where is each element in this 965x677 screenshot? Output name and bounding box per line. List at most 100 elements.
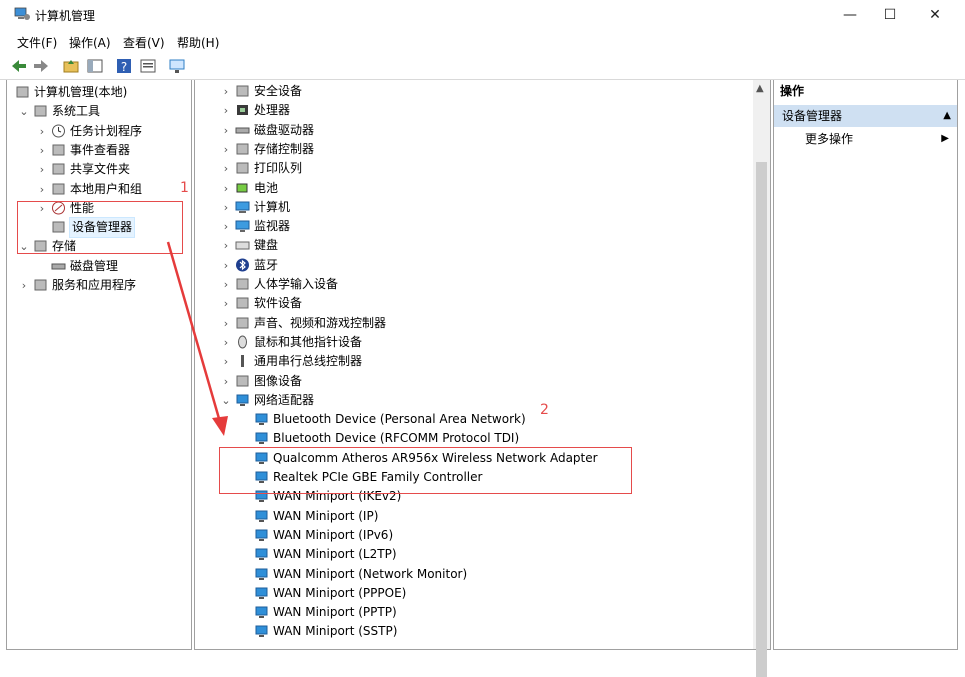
- properties-icon[interactable]: [139, 57, 157, 75]
- device-item-label: WAN Miniport (SSTP): [273, 624, 398, 639]
- computer-management-icon: [14, 7, 30, 20]
- tree-item[interactable]: › 共享文件夹: [7, 160, 191, 179]
- maximize-button[interactable]: ☐: [867, 0, 913, 30]
- menu-view[interactable]: 查看(V): [123, 34, 165, 51]
- expand-chevron-icon[interactable]: ›: [19, 276, 29, 295]
- device-tree-item[interactable]: › 监视器: [195, 217, 750, 236]
- device-item-label: 打印队列: [254, 161, 303, 176]
- menu-help[interactable]: 帮助(H): [177, 34, 219, 51]
- annotation-arrow: [166, 241, 228, 436]
- actions-header: 操作: [780, 84, 805, 98]
- network-adapter-icon: [254, 509, 269, 523]
- device-tree-item[interactable]: › 处理器: [195, 101, 750, 120]
- device-tree-item[interactable]: WAN Miniport (Network Monitor): [195, 565, 750, 584]
- expand-chevron-icon[interactable]: ›: [221, 140, 231, 159]
- device-tree-item[interactable]: ⌄ 网络适配器: [195, 391, 750, 410]
- device-tree-item[interactable]: › 人体学输入设备: [195, 275, 750, 294]
- collapse-up-icon[interactable]: ▲: [943, 105, 951, 127]
- annotation-number-2: 2: [540, 402, 549, 418]
- device-item-label: 声音、视频和游戏控制器: [254, 315, 387, 330]
- tree-item-label: 共享文件夹: [70, 162, 131, 177]
- network-adapter-icon: [254, 624, 269, 638]
- device-item-label: 计算机: [254, 199, 291, 214]
- help-icon[interactable]: ?: [115, 57, 133, 75]
- show-hide-tree-icon[interactable]: [86, 57, 104, 75]
- actions-selected-item[interactable]: 设备管理器 ▲: [774, 105, 957, 127]
- tree-item[interactable]: › 事件查看器: [7, 141, 191, 160]
- disk-drive-icon: [235, 123, 250, 137]
- device-tree-item[interactable]: WAN Miniport (PPTP): [195, 603, 750, 622]
- device-tree-item[interactable]: WAN Miniport (IPv6): [195, 526, 750, 545]
- tree-item[interactable]: ⌄ 系统工具: [7, 102, 191, 121]
- device-item-label: WAN Miniport (IPv6): [273, 527, 394, 542]
- device-tree-item[interactable]: Bluetooth Device (RFCOMM Protocol TDI): [195, 429, 750, 448]
- more-actions-item[interactable]: 更多操作 ▶: [774, 129, 957, 149]
- tree-item-label: 本地用户和组: [70, 181, 143, 196]
- close-button[interactable]: ✕: [912, 0, 958, 30]
- device-tree-item[interactable]: › 存储控制器: [195, 140, 750, 159]
- device-item-label: Bluetooth Device (RFCOMM Protocol TDI): [273, 431, 520, 446]
- device-item-label: 磁盘驱动器: [254, 122, 315, 137]
- device-tree-item[interactable]: WAN Miniport (L2TP): [195, 545, 750, 564]
- expand-chevron-icon[interactable]: ›: [221, 121, 231, 140]
- window-title: 计算机管理: [35, 9, 96, 23]
- device-item-label: 蓝牙: [254, 257, 279, 272]
- device-tree-item[interactable]: › 磁盘驱动器: [195, 121, 750, 140]
- device-tree-item[interactable]: › 计算机: [195, 198, 750, 217]
- device-item-label: 通用串行总线控制器: [254, 354, 363, 369]
- tree-item[interactable]: › 任务计划程序: [7, 122, 191, 141]
- battery-icon: [235, 181, 250, 195]
- tree-item[interactable]: 计算机管理(本地): [7, 83, 191, 102]
- forward-arrow-icon[interactable]: [32, 57, 50, 75]
- event-viewer-icon: [51, 143, 66, 157]
- tools-icon: [33, 104, 48, 118]
- device-tree-item[interactable]: › 电池: [195, 179, 750, 198]
- menu-bar: 文件(F) 操作(A) 查看(V) 帮助(H): [0, 30, 965, 52]
- device-tree-item[interactable]: WAN Miniport (PPPOE): [195, 584, 750, 603]
- annotation-box-2: [219, 447, 632, 494]
- up-folder-icon[interactable]: [62, 57, 80, 75]
- device-tree-item[interactable]: › 打印队列: [195, 159, 750, 178]
- expand-chevron-icon[interactable]: ›: [221, 217, 231, 236]
- device-tree-item[interactable]: › 图像设备: [195, 372, 750, 391]
- device-tree-item[interactable]: WAN Miniport (IP): [195, 507, 750, 526]
- collapse-chevron-icon[interactable]: ⌄: [19, 102, 29, 121]
- more-actions-label: 更多操作: [805, 132, 854, 146]
- expand-chevron-icon[interactable]: ›: [221, 198, 231, 217]
- expand-chevron-icon[interactable]: ›: [221, 159, 231, 178]
- expand-chevron-icon[interactable]: ›: [37, 160, 47, 179]
- tree-item-label: 事件查看器: [70, 142, 131, 157]
- device-tree-item[interactable]: Bluetooth Device (Personal Area Network): [195, 410, 750, 429]
- expand-chevron-icon[interactable]: ›: [37, 122, 47, 141]
- scroll-up-arrow-icon[interactable]: ▲: [756, 83, 764, 94]
- display-icon[interactable]: [168, 57, 186, 75]
- device-tree-item[interactable]: › 蓝牙: [195, 256, 750, 275]
- expand-chevron-icon[interactable]: ›: [221, 82, 231, 101]
- menu-file[interactable]: 文件(F): [17, 34, 57, 51]
- shared-folder-icon: [51, 162, 66, 176]
- device-tree-item[interactable]: › 安全设备: [195, 82, 750, 101]
- device-tree-item[interactable]: › 软件设备: [195, 294, 750, 313]
- device-item-label: 图像设备: [254, 373, 303, 388]
- device-tree-item[interactable]: › 键盘: [195, 236, 750, 255]
- scrollbar-thumb[interactable]: [756, 162, 767, 677]
- device-tree-item[interactable]: › 通用串行总线控制器: [195, 352, 750, 371]
- back-arrow-icon[interactable]: [10, 57, 28, 75]
- tree-item[interactable]: › 本地用户和组: [7, 180, 191, 199]
- menu-action[interactable]: 操作(A): [69, 34, 111, 51]
- disk-icon: [51, 259, 66, 273]
- vertical-scrollbar[interactable]: ▲: [753, 80, 770, 677]
- expand-chevron-icon[interactable]: ›: [221, 179, 231, 198]
- device-tree-item[interactable]: › 鼠标和其他指针设备: [195, 333, 750, 352]
- expand-chevron-icon[interactable]: ›: [221, 101, 231, 120]
- processor-icon: [235, 103, 250, 117]
- device-tree-item[interactable]: WAN Miniport (SSTP): [195, 622, 750, 641]
- device-item-label: WAN Miniport (PPTP): [273, 605, 397, 620]
- clock-icon: [51, 124, 66, 138]
- device-item-label: 网络适配器: [254, 392, 315, 407]
- network-adapter-icon: [254, 567, 269, 581]
- expand-chevron-icon[interactable]: ›: [37, 141, 47, 160]
- device-item-label: WAN Miniport (PPPOE): [273, 585, 407, 600]
- device-tree-item[interactable]: › 声音、视频和游戏控制器: [195, 314, 750, 333]
- expand-chevron-icon[interactable]: ›: [37, 180, 47, 199]
